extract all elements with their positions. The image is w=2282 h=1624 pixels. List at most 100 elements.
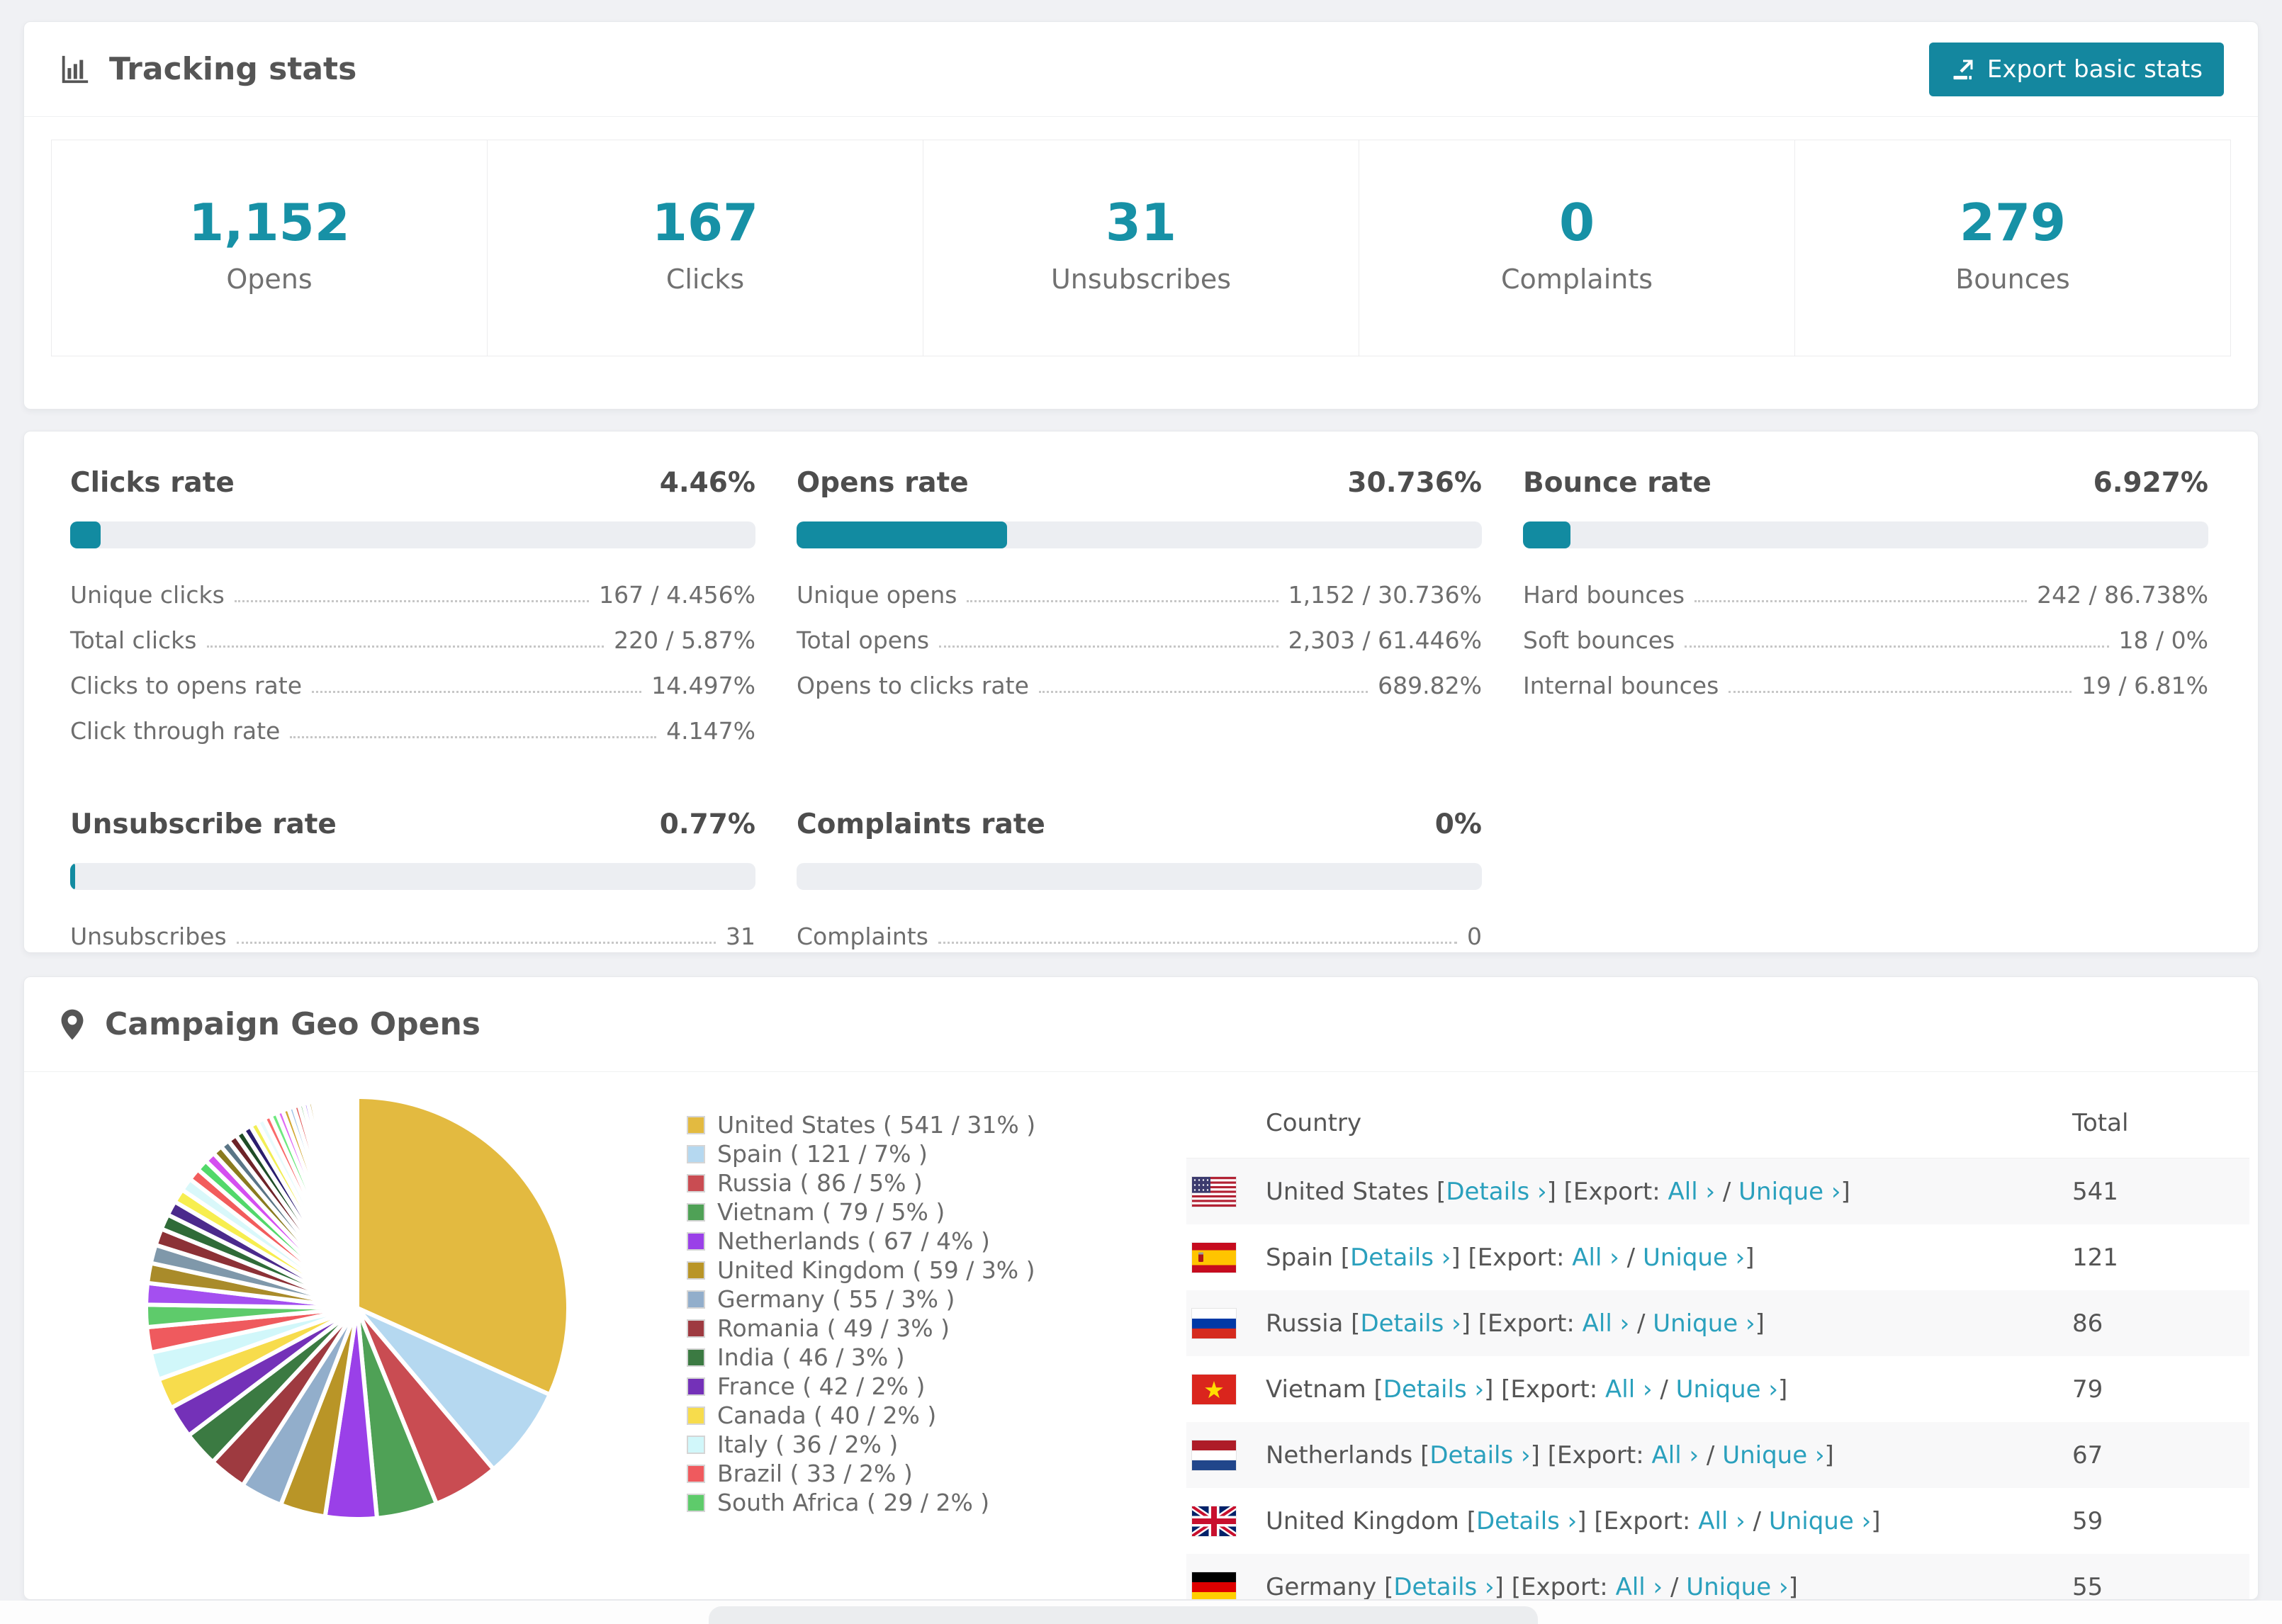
tracking-stats-card: Tracking stats Export basic stats 1,152 … [23, 21, 2259, 410]
export-unique-link[interactable]: Unique › [1676, 1375, 1778, 1404]
legend-item: Italy ( 36 / 2% ) [687, 1430, 1154, 1459]
legend-label: United Kingdom ( 59 / 3% ) [717, 1256, 1035, 1284]
rate-stat-row: Unique clicks 167 / 4.456% [70, 581, 755, 609]
rate-row-value: 18 / 0% [2118, 626, 2208, 654]
export-all-link[interactable]: All › [1668, 1178, 1716, 1206]
geo-table-header: Country Total [1186, 1088, 2249, 1158]
stat-value: 31 [1105, 193, 1177, 252]
geo-title-wrap: Campaign Geo Opens [58, 1006, 480, 1042]
geo-table-row: United Kingdom [Details ›] [Export: All … [1186, 1488, 2249, 1554]
stat-box: 1,152 Opens [51, 140, 488, 356]
rate-value: 0% [1434, 808, 1482, 840]
rate-progress-fill [797, 521, 1008, 548]
export-all-link[interactable]: All › [1583, 1309, 1630, 1338]
legend-color-swatch [687, 1173, 705, 1192]
rate-row-label: Unique opens [797, 581, 957, 609]
scroll-pill[interactable] [709, 1606, 1538, 1624]
stat-value: 279 [1959, 193, 2067, 252]
geo-table-row: Netherlands [Details ›] [Export: All › /… [1186, 1422, 2249, 1488]
details-link[interactable]: Details › [1393, 1573, 1494, 1600]
details-link[interactable]: Details › [1429, 1441, 1530, 1470]
export-unique-link[interactable]: Unique › [1643, 1244, 1745, 1272]
export-unique-link[interactable]: Unique › [1653, 1309, 1755, 1338]
stat-box: 167 Clicks [487, 140, 923, 356]
rate-row-value: 167 / 4.456% [599, 581, 755, 609]
rate-value: 30.736% [1347, 467, 1482, 499]
legend-item: France ( 42 / 2% ) [687, 1372, 1154, 1401]
country-cell: Netherlands [Details ›] [Export: All › /… [1186, 1440, 2072, 1470]
rate-progress-fill [70, 863, 76, 890]
rate-row-value: 14.497% [651, 672, 755, 699]
geo-table-row: Germany [Details ›] [Export: All › / Uni… [1186, 1554, 2249, 1600]
legend-label: Spain ( 121 / 7% ) [717, 1140, 928, 1168]
legend-label: Germany ( 55 / 3% ) [717, 1285, 955, 1313]
details-link[interactable]: Details › [1360, 1309, 1461, 1338]
legend-label: United States ( 541 / 31% ) [717, 1111, 1036, 1139]
legend-item: Romania ( 49 / 3% ) [687, 1314, 1154, 1343]
rate-progress-track [70, 521, 755, 548]
export-all-link[interactable]: All › [1652, 1441, 1699, 1470]
export-all-link[interactable]: All › [1698, 1507, 1746, 1535]
stat-label: Clicks [665, 264, 745, 295]
legend-label: Canada ( 40 / 2% ) [717, 1402, 937, 1429]
country-name: Netherlands [1266, 1440, 1413, 1470]
rate-row-label: Total opens [797, 626, 930, 654]
legend-label: France ( 42 / 2% ) [717, 1372, 926, 1400]
column-header-total: Total [2072, 1108, 2129, 1137]
stat-boxes-row: 1,152 Opens 167 Clicks 31 Unsubscribes 0… [51, 140, 2231, 356]
rates-grid: Clicks rate 4.46% Unique clicks 167 / 4.… [24, 432, 2258, 950]
export-unique-link[interactable]: Unique › [1769, 1507, 1871, 1535]
dotted-leader [939, 645, 1278, 648]
country-name: United States [1266, 1177, 1429, 1206]
legend-item: United Kingdom ( 59 / 3% ) [687, 1256, 1154, 1285]
stat-label: Bounces [1955, 264, 2070, 295]
dotted-leader [206, 645, 605, 648]
country-flag-icon [1192, 1374, 1236, 1404]
legend-label: Vietnam ( 79 / 5% ) [717, 1198, 945, 1226]
details-link[interactable]: Details › [1476, 1507, 1577, 1535]
details-link[interactable]: Details › [1446, 1178, 1546, 1206]
geo-legend: United States ( 541 / 31% ) Spain ( 121 … [687, 1110, 1154, 1517]
campaign-geo-opens-card: Campaign Geo Opens United States ( 541 /… [23, 976, 2259, 1600]
stat-value: 167 [651, 193, 759, 252]
rate-row-label: Total clicks [70, 626, 197, 654]
legend-color-swatch [687, 1144, 705, 1163]
column-header-country: Country [1266, 1108, 1362, 1137]
legend-label: India ( 46 / 3% ) [717, 1343, 905, 1371]
map-pin-icon [61, 1009, 84, 1039]
rate-row-label: Soft bounces [1523, 626, 1675, 654]
geo-title: Campaign Geo Opens [105, 1006, 480, 1042]
export-all-link[interactable]: All › [1616, 1573, 1663, 1600]
rate-block: Bounce rate 6.927% Hard bounces 242 / 86… [1523, 467, 2208, 745]
legend-label: Brazil ( 33 / 2% ) [717, 1460, 913, 1487]
geo-table-row: Russia [Details ›] [Export: All › / Uniq… [1186, 1290, 2249, 1356]
export-basic-stats-button[interactable]: Export basic stats [1928, 42, 2224, 96]
export-all-link[interactable]: All › [1605, 1375, 1653, 1404]
dotted-leader [967, 600, 1278, 602]
rate-row-value: 1,152 / 30.736% [1288, 581, 1482, 609]
rate-progress-fill [70, 521, 101, 548]
rate-row-value: 19 / 6.81% [2081, 672, 2208, 699]
export-unique-link[interactable]: Unique › [1738, 1178, 1840, 1206]
rate-row-label: Opens to clicks rate [797, 672, 1029, 699]
rate-row-value: 689.82% [1378, 672, 1482, 699]
dotted-leader [938, 942, 1457, 944]
export-unique-link[interactable]: Unique › [1722, 1441, 1824, 1470]
rate-row-value: 0 [1467, 923, 1482, 950]
geo-table-row: Spain [Details ›] [Export: All › / Uniqu… [1186, 1224, 2249, 1290]
tracking-stats-title: Tracking stats [109, 51, 357, 87]
dotted-leader [1685, 645, 2109, 648]
legend-label: Italy ( 36 / 2% ) [717, 1431, 899, 1458]
rate-row-value: 2,303 / 61.446% [1288, 626, 1482, 654]
rate-row-value: 31 [726, 923, 755, 950]
rate-row-label: Internal bounces [1523, 672, 1719, 699]
details-link[interactable]: Details › [1383, 1375, 1484, 1404]
rate-row-label: Hard bounces [1523, 581, 1685, 609]
export-all-link[interactable]: All › [1572, 1244, 1619, 1272]
rates-card: Clicks rate 4.46% Unique clicks 167 / 4.… [23, 431, 2259, 953]
details-link[interactable]: Details › [1350, 1244, 1451, 1272]
rate-progress-track [797, 863, 1482, 890]
legend-item: Russia ( 86 / 5% ) [687, 1168, 1154, 1197]
export-unique-link[interactable]: Unique › [1686, 1573, 1788, 1600]
rate-progress-track [797, 521, 1482, 548]
